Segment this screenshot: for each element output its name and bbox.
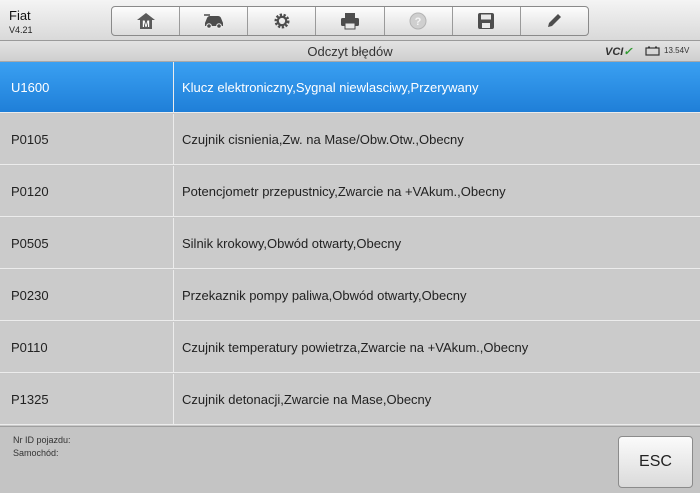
dtc-description: Czujnik cisnienia,Zw. na Mase/Obw.Otw.,O… <box>182 131 464 147</box>
help-button[interactable]: ? <box>385 7 453 35</box>
printer-icon <box>340 13 359 30</box>
settings-button[interactable] <box>248 7 317 35</box>
car-label: Samochód: <box>13 448 59 458</box>
dtc-description: Silnik krokowy,Obwód otwarty,Obecny <box>182 235 402 251</box>
dtc-row[interactable]: P0105 Czujnik cisnienia,Zw. na Mase/Obw.… <box>0 114 700 165</box>
home-icon: M <box>136 13 155 29</box>
vehicle-button[interactable] <box>180 7 249 35</box>
print-button[interactable] <box>316 7 385 35</box>
dtc-row[interactable]: P0230 Przekaznik pompy paliwa,Obwód otwa… <box>0 270 700 321</box>
esc-button[interactable]: ESC <box>618 436 693 488</box>
vci-status: VCI✓ <box>605 45 633 58</box>
car-icon <box>203 14 223 29</box>
vci-label: VCI <box>605 46 624 58</box>
svg-text:?: ? <box>415 16 422 28</box>
vin-label: Nr ID pojazdu: <box>13 435 71 445</box>
dtc-list: U1600 Klucz elektroniczny,Sygnal niewlas… <box>0 62 700 426</box>
dtc-code: P0505 <box>0 218 174 268</box>
toolbar: M ? <box>111 6 589 36</box>
sub-header: Odczyt błędów VCI✓ 13.54V <box>0 41 700 62</box>
svg-text:M: M <box>142 19 150 29</box>
gear-icon <box>274 13 290 29</box>
dtc-code: P0230 <box>0 270 174 320</box>
dtc-row[interactable]: P0505 Silnik krokowy,Obwód otwarty,Obecn… <box>0 218 700 269</box>
save-button[interactable] <box>453 7 521 35</box>
dtc-description: Przekaznik pompy paliwa,Obwód otwarty,Ob… <box>182 287 467 303</box>
dtc-row[interactable]: P0120 Potencjometr przepustnicy,Zwarcie … <box>0 166 700 217</box>
home-button[interactable]: M <box>112 7 181 35</box>
app-name: Fiat <box>9 8 31 23</box>
dtc-description: Potencjometr przepustnicy,Zwarcie na +VA… <box>182 183 506 199</box>
dtc-code: P0120 <box>0 166 174 216</box>
edit-button[interactable] <box>521 7 588 35</box>
dtc-description: Klucz elektroniczny,Sygnal niewlasciwy,P… <box>182 79 479 95</box>
footer: Nr ID pojazdu: Samochód: ESC <box>0 426 700 493</box>
app-version: V4.21 <box>9 25 33 35</box>
dtc-description: Czujnik detonacji,Zwarcie na Mase,Obecny <box>182 391 432 407</box>
check-icon: ✓ <box>623 46 633 58</box>
battery-icon <box>645 46 660 56</box>
dtc-code: P0110 <box>0 322 174 372</box>
dtc-code: P1325 <box>0 374 174 424</box>
help-icon: ? <box>409 12 427 30</box>
dtc-row[interactable]: P1325 Czujnik detonacji,Zwarcie na Mase,… <box>0 374 700 425</box>
top-bar: Fiat V4.21 M ? <box>0 0 700 41</box>
dtc-description: Czujnik temperatury powietrza,Zwarcie na… <box>182 339 529 355</box>
save-icon <box>478 13 495 29</box>
dtc-row[interactable]: P0110 Czujnik temperatury powietrza,Zwar… <box>0 322 700 373</box>
dtc-row[interactable]: U1600 Klucz elektroniczny,Sygnal niewlas… <box>0 62 700 113</box>
voltage-readout: 13.54V <box>664 46 690 55</box>
dtc-code: U1600 <box>0 62 174 112</box>
dtc-code: P0105 <box>0 114 174 164</box>
page-title: Odczyt błędów <box>307 44 393 59</box>
pen-icon <box>548 14 562 27</box>
